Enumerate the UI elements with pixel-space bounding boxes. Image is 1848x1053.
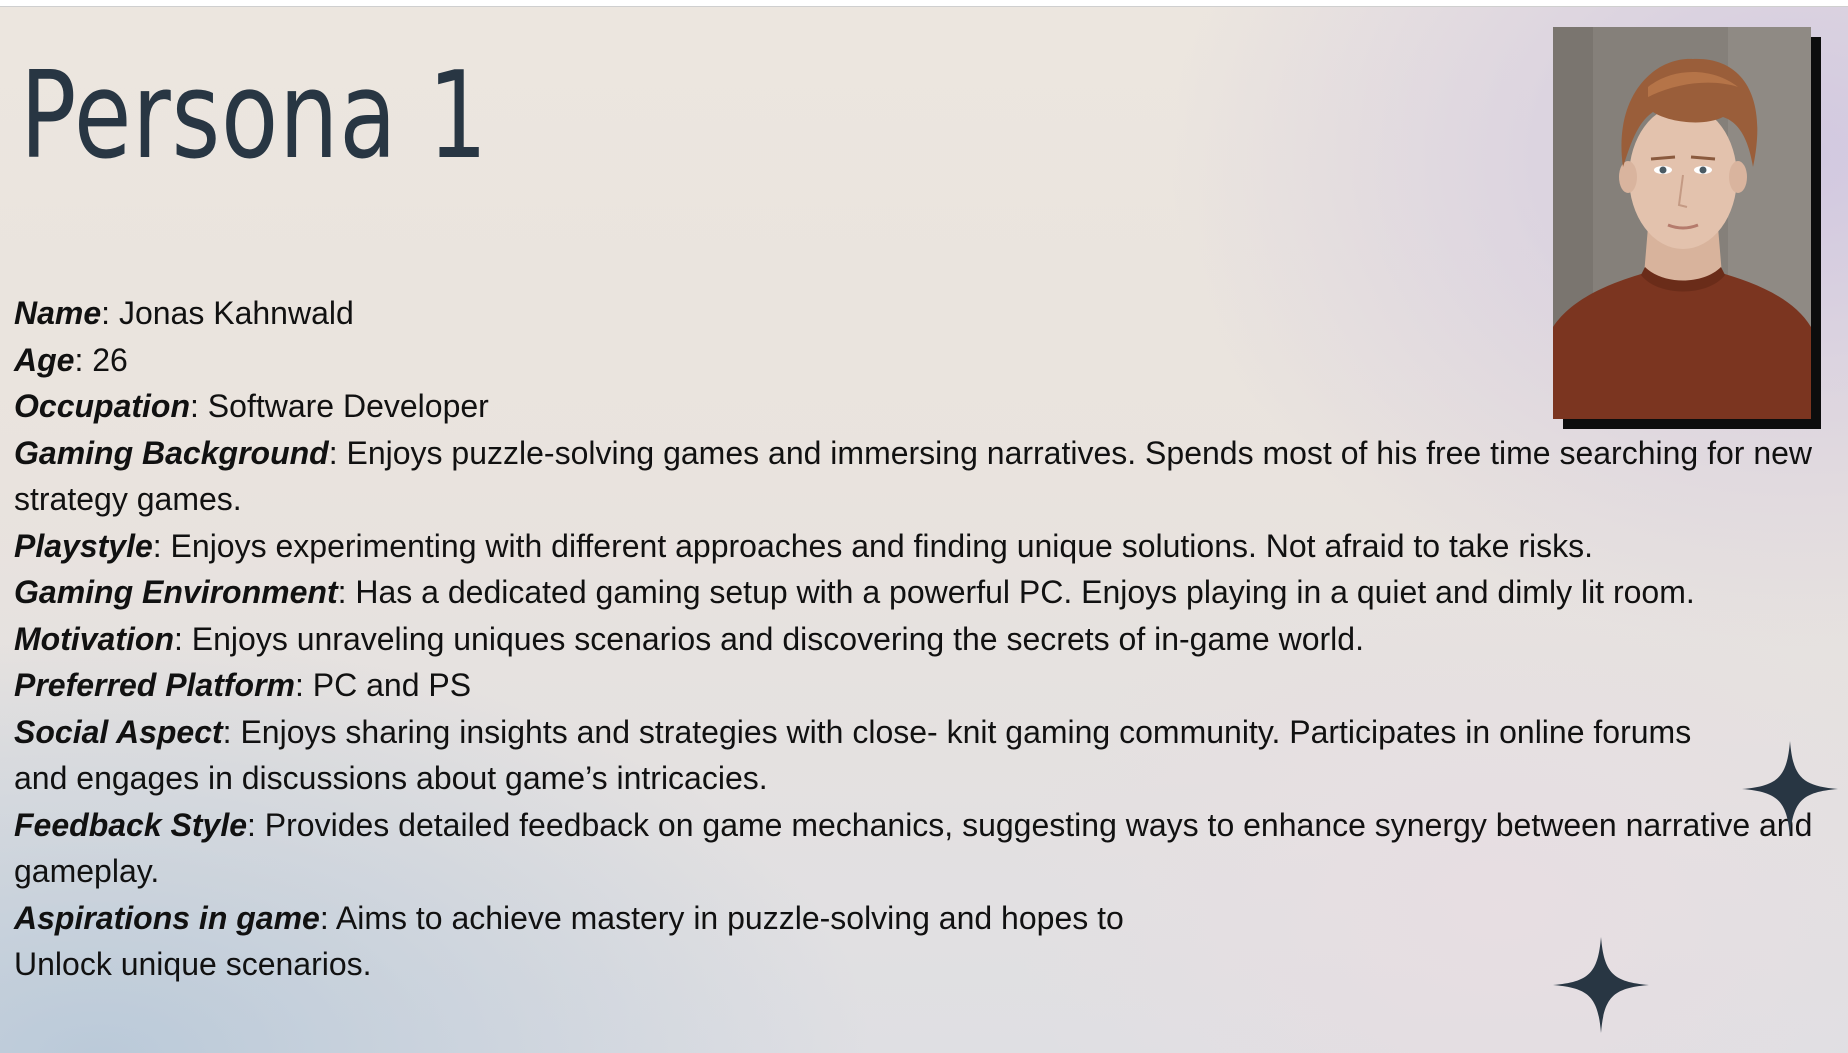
- field-label: Feedback Style: [14, 806, 247, 843]
- page-title: Persona 1: [20, 47, 489, 186]
- field-label: Gaming Environment: [14, 574, 338, 610]
- sparkle-small-icon: [1553, 937, 1649, 1033]
- field-label: Social Aspect: [14, 713, 223, 750]
- field-feedback-style: Feedback Style: Provides detailed feedba…: [14, 802, 1844, 895]
- field-label: Playstyle: [14, 527, 153, 564]
- field-value: : Aims to achieve mastery in puzzle-solv…: [319, 899, 1124, 936]
- field-age: Age: 26: [14, 337, 1844, 384]
- persona-details: Name: Jonas Kahnwald Age: 26 Occupation:…: [14, 290, 1844, 988]
- field-label: Preferred Platform: [14, 667, 295, 703]
- field-playstyle: Playstyle: Enjoys experimenting with dif…: [14, 523, 1844, 570]
- field-motivation: Motivation: Enjoys unraveling uniques sc…: [14, 616, 1844, 663]
- field-label: Occupation: [14, 388, 191, 424]
- field-preferred-platform: Preferred Platform: PC and PS: [14, 662, 1844, 709]
- field-value: : Enjoys experimenting with different ap…: [152, 527, 1593, 564]
- field-gaming-environment: Gaming Environment: Has a dedicated gami…: [14, 569, 1844, 616]
- slide: Persona 1 Name: Jonas Kahnwald Age: 26 O…: [0, 6, 1848, 1053]
- field-value: : Enjoys unraveling uniques scenarios an…: [173, 620, 1364, 657]
- field-value: : 26: [74, 341, 128, 378]
- field-label: Gaming Background: [14, 434, 329, 471]
- field-value: : Provides detailed feedback on game mec…: [14, 806, 1813, 890]
- field-value: : Software Developer: [190, 388, 489, 424]
- field-value: : Jonas Kahnwald: [101, 295, 354, 331]
- field-value: : Enjoys sharing insights and strategies…: [14, 713, 1692, 797]
- field-value: : Has a dedicated gaming setup with a po…: [337, 574, 1695, 610]
- field-value-continued: Unlock unique scenarios.: [14, 946, 372, 982]
- field-value: : PC and PS: [294, 667, 472, 703]
- field-social-aspect: Social Aspect: Enjoys sharing insights a…: [14, 709, 1844, 802]
- field-label: Name: [14, 295, 102, 331]
- field-occupation: Occupation: Software Developer: [14, 383, 1844, 430]
- field-label: Aspirations in game: [14, 899, 320, 936]
- field-label: Motivation: [14, 620, 174, 657]
- field-name: Name: Jonas Kahnwald: [14, 290, 1844, 337]
- sparkle-large-icon: [1742, 741, 1838, 837]
- field-label: Age: [14, 341, 75, 378]
- field-gaming-background: Gaming Background: Enjoys puzzle-solving…: [14, 430, 1844, 523]
